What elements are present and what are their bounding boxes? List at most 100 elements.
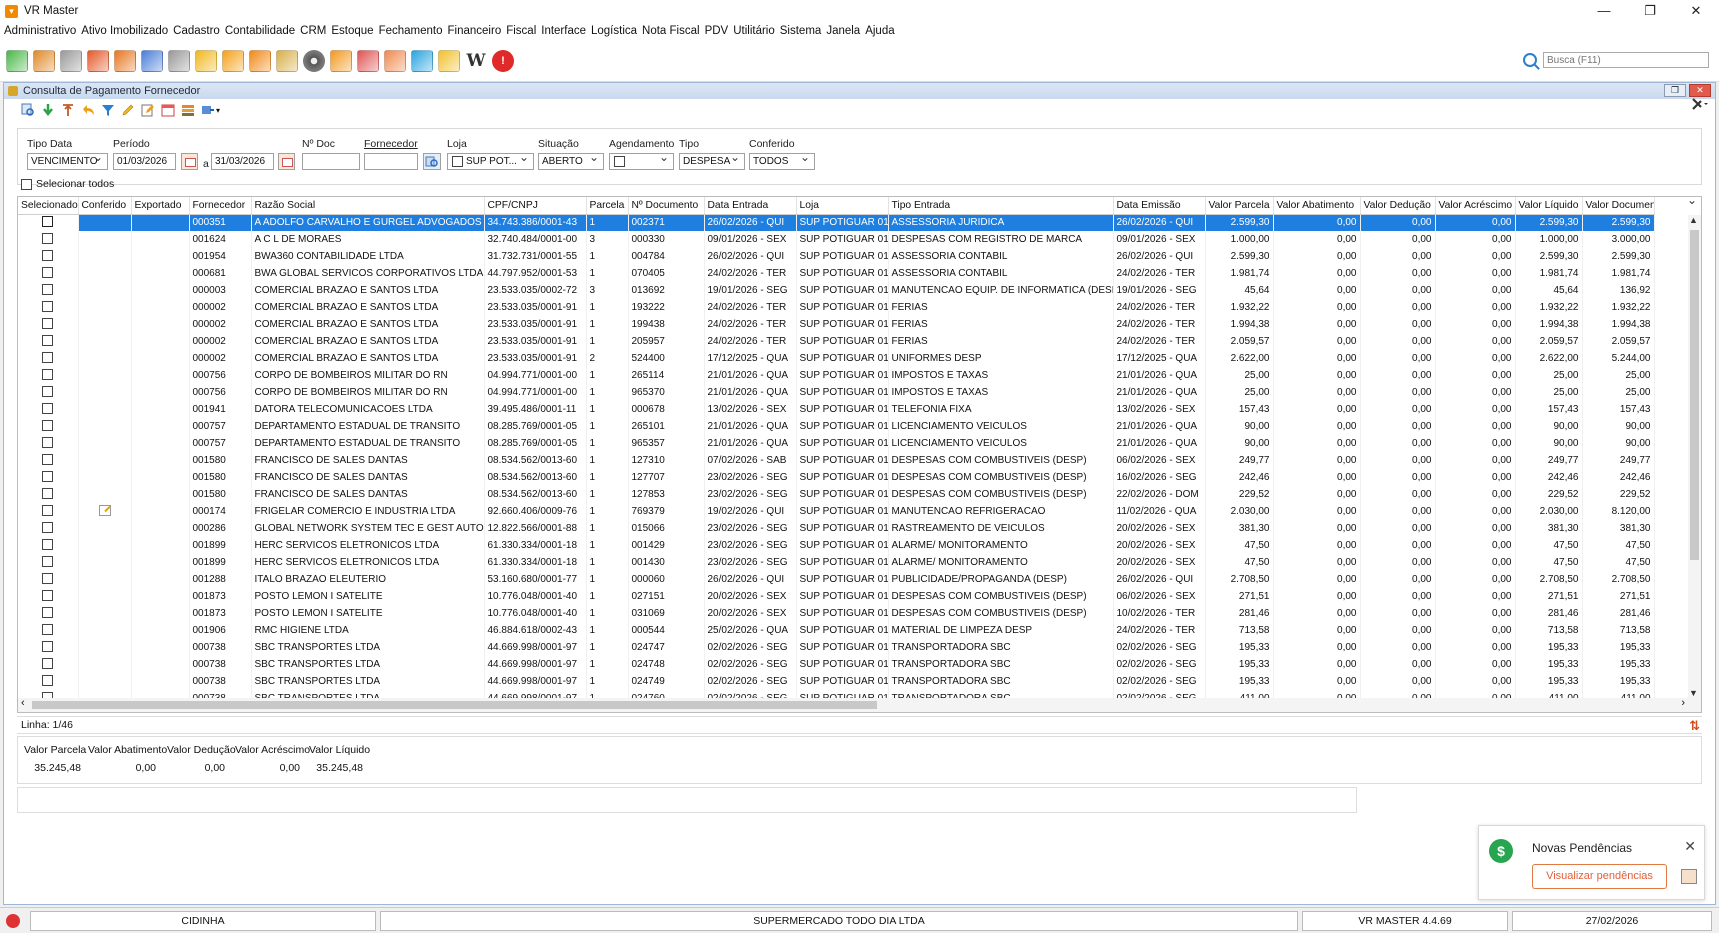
select-cell[interactable] bbox=[18, 656, 79, 673]
table-row[interactable]: 001899 HERC SERVICOS ELETRONICOS LTDA 61.3… bbox=[18, 554, 1688, 571]
menu-item-4[interactable]: CRM bbox=[300, 25, 326, 37]
table-row[interactable]: 000002 COMERCIAL BRAZAO E SANTOS LTDA 23.5… bbox=[18, 333, 1688, 350]
row-select-checkbox[interactable] bbox=[42, 266, 54, 278]
box-icon[interactable] bbox=[195, 49, 217, 72]
menu-item-3[interactable]: Contabilidade bbox=[225, 25, 295, 37]
row-select-checkbox[interactable] bbox=[42, 283, 54, 295]
loja-checkbox[interactable] bbox=[452, 156, 463, 167]
select-cell[interactable] bbox=[18, 401, 79, 418]
conferido-select[interactable]: TODOS bbox=[749, 153, 815, 170]
vertical-scroll-thumb[interactable] bbox=[1690, 230, 1699, 560]
export-dropdown-arrow[interactable]: ▾ bbox=[216, 106, 220, 115]
select-cell[interactable] bbox=[18, 435, 79, 452]
undo-icon[interactable] bbox=[81, 103, 95, 117]
chart-icon[interactable] bbox=[141, 49, 163, 72]
row-select-checkbox[interactable] bbox=[42, 351, 54, 363]
restore-button[interactable]: ❐ bbox=[1627, 0, 1673, 22]
select-cell[interactable] bbox=[18, 673, 79, 690]
fornecedor-label[interactable]: Fornecedor bbox=[364, 138, 418, 150]
periodo-fim-field[interactable]: 31/03/2026 bbox=[211, 153, 274, 170]
package-icon[interactable] bbox=[384, 49, 406, 72]
select-cell[interactable] bbox=[18, 214, 79, 231]
download-icon[interactable] bbox=[41, 103, 55, 117]
close-button[interactable]: ✕ bbox=[1673, 0, 1719, 22]
row-select-checkbox[interactable] bbox=[42, 640, 54, 652]
row-select-checkbox[interactable] bbox=[42, 232, 54, 244]
status-alert-icon[interactable] bbox=[6, 914, 20, 928]
select-cell[interactable] bbox=[18, 588, 79, 605]
column-header-15[interactable]: Valor Acréscimo bbox=[1435, 197, 1516, 215]
select-cell[interactable] bbox=[18, 503, 79, 520]
notification-calendar-icon[interactable] bbox=[1681, 869, 1697, 884]
table-row[interactable]: 000756 CORPO DE BOMBEIROS MILITAR DO RN 04… bbox=[18, 367, 1688, 384]
column-header-12[interactable]: Valor Parcela bbox=[1205, 197, 1274, 215]
table-row[interactable]: 000757 DEPARTAMENTO ESTADUAL DE TRANSITO 0… bbox=[18, 418, 1688, 435]
exit-icon[interactable] bbox=[249, 49, 271, 72]
menu-item-0[interactable]: Administrativo bbox=[4, 25, 76, 37]
table-row[interactable]: 000738SBC TRANSPORTES LTDA44.669.998/000… bbox=[18, 673, 1688, 690]
row-select-checkbox[interactable] bbox=[42, 300, 54, 312]
table-row[interactable]: 001954 BWA360 CONTABILIDADE LTDA 31.732.73… bbox=[18, 248, 1688, 265]
select-cell[interactable] bbox=[18, 299, 79, 316]
row-select-checkbox[interactable] bbox=[42, 572, 54, 584]
select-cell[interactable] bbox=[18, 639, 79, 656]
situacao-select[interactable]: ABERTO bbox=[538, 153, 604, 170]
column-header-11[interactable]: Data Emissão bbox=[1113, 197, 1206, 215]
column-header-2[interactable]: Exportado bbox=[131, 197, 190, 215]
globe-icon[interactable] bbox=[303, 49, 325, 72]
select-cell[interactable] bbox=[18, 350, 79, 367]
tools-icon[interactable] bbox=[1691, 97, 1709, 111]
minimize-button[interactable]: — bbox=[1581, 0, 1627, 22]
scroll-down-icon[interactable]: ▼ bbox=[1689, 688, 1698, 698]
sort-desc-icon[interactable]: ⇅ bbox=[1689, 718, 1700, 734]
select-cell[interactable] bbox=[18, 622, 79, 639]
menu-item-13[interactable]: Utilitário bbox=[733, 25, 775, 37]
periodo-fim-calendar-icon[interactable] bbox=[278, 153, 295, 170]
notification-close-button[interactable]: ✕ bbox=[1684, 838, 1696, 855]
scroll-right-icon[interactable]: › bbox=[1681, 697, 1685, 709]
search-input[interactable] bbox=[1543, 52, 1709, 68]
select-cell[interactable] bbox=[18, 486, 79, 503]
table-row[interactable]: 000002 COMERCIAL BRAZAO E SANTOS LTDA 23.5… bbox=[18, 350, 1688, 367]
conferido-edit-icon[interactable] bbox=[98, 504, 111, 516]
column-header-6[interactable]: Parcela bbox=[586, 197, 629, 215]
table-row[interactable]: 001873 POSTO LEMON I SATELITE 10.776.048/0… bbox=[18, 605, 1688, 622]
fornecedor-field[interactable] bbox=[364, 153, 418, 170]
select-cell[interactable] bbox=[18, 554, 79, 571]
stack-icon[interactable] bbox=[181, 103, 195, 117]
row-select-checkbox[interactable] bbox=[42, 249, 54, 261]
view-pending-button[interactable]: Visualizar pendências bbox=[1532, 864, 1667, 889]
row-select-checkbox[interactable] bbox=[42, 504, 54, 516]
select-cell[interactable] bbox=[18, 520, 79, 537]
select-cell[interactable] bbox=[18, 537, 79, 554]
row-select-checkbox[interactable] bbox=[42, 470, 54, 482]
select-cell[interactable] bbox=[18, 316, 79, 333]
column-header-0[interactable]: Selecionado bbox=[18, 197, 79, 215]
table-row[interactable]: 001941 DATORA TELECOMUNICACOES LTDA 39.495… bbox=[18, 401, 1688, 418]
select-all-checkbox[interactable] bbox=[21, 178, 32, 190]
table-row[interactable]: 001873 POSTO LEMON I SATELITE 10.776.048/0… bbox=[18, 588, 1688, 605]
row-select-checkbox[interactable] bbox=[42, 623, 54, 635]
agendamento-checkbox[interactable] bbox=[614, 156, 625, 167]
row-select-checkbox[interactable] bbox=[42, 521, 54, 533]
user-icon[interactable] bbox=[33, 49, 55, 72]
table-row[interactable]: 000351 A ADOLFO CARVALHO E GURGEL ADVOGAD… bbox=[18, 214, 1688, 231]
agendamento-select[interactable] bbox=[609, 153, 674, 170]
menu-item-9[interactable]: Interface bbox=[541, 25, 586, 37]
table-row[interactable]: 000738SBC TRANSPORTES LTDA44.669.998/000… bbox=[18, 656, 1688, 673]
table-row[interactable]: 000757 DEPARTAMENTO ESTADUAL DE TRANSITO 0… bbox=[18, 435, 1688, 452]
menu-item-12[interactable]: PDV bbox=[705, 25, 729, 37]
horizontal-scrollbar[interactable]: ‹ › bbox=[18, 697, 1701, 712]
edit-icon[interactable] bbox=[121, 103, 135, 117]
select-cell[interactable] bbox=[18, 605, 79, 622]
table-row[interactable]: 000681 BWA GLOBAL SERVICOS CORPORATIVOS L… bbox=[18, 265, 1688, 282]
calendar-icon[interactable] bbox=[161, 103, 175, 117]
select-cell[interactable] bbox=[18, 452, 79, 469]
row-select-checkbox[interactable] bbox=[42, 334, 54, 346]
column-header-5[interactable]: CPF/CNPJ bbox=[484, 197, 587, 215]
basket-icon[interactable] bbox=[114, 49, 136, 72]
table-row[interactable]: 000756 CORPO DE BOMBEIROS MILITAR DO RN 04… bbox=[18, 384, 1688, 401]
restore-form-button[interactable]: ❐ bbox=[1664, 84, 1686, 97]
table-row[interactable]: 000003 COMERCIAL BRAZAO E SANTOS LTDA 23.5… bbox=[18, 282, 1688, 299]
column-header-9[interactable]: Loja bbox=[796, 197, 889, 215]
